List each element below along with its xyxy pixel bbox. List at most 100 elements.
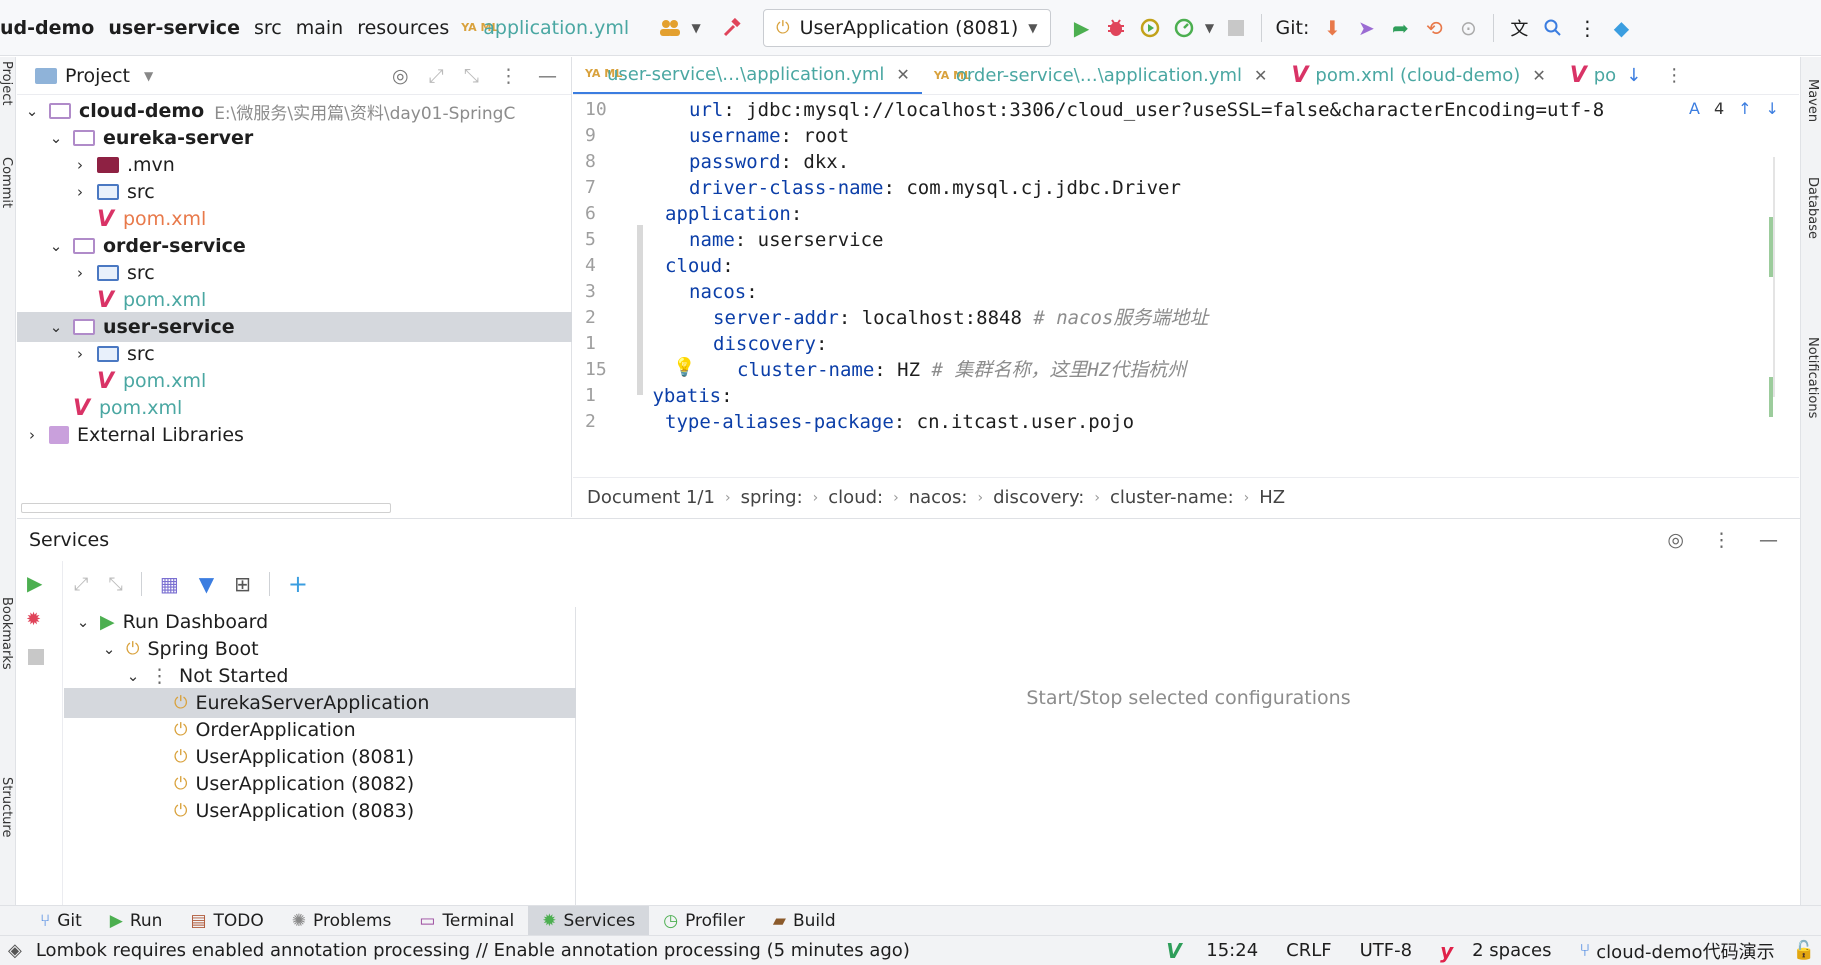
chevron-right-icon[interactable]: › — [71, 156, 89, 174]
translate-icon[interactable]: 文 — [1502, 11, 1536, 45]
cursor-position[interactable]: 15:24 — [1206, 940, 1258, 961]
collapse-all-icon[interactable]: ⤡ — [108, 574, 122, 595]
code-area[interactable]: url: jdbc:mysql://localhost:3306/cloud_u… — [653, 95, 1733, 477]
tree-node-cloud-demo[interactable]: ⌄ cloud-demo E:\微服务\实用篇\资料\day01-SpringC — [17, 96, 572, 126]
history-icon[interactable]: ⟲ — [1417, 11, 1451, 45]
chevron-right-icon[interactable]: › — [23, 426, 41, 444]
chevron-right-icon[interactable]: › — [71, 183, 89, 201]
breadcrumb-main[interactable]: main — [296, 17, 343, 39]
tool-tab-problems[interactable]: ✺ Problems — [278, 906, 406, 936]
collapse-all-icon[interactable]: ⤡ — [464, 65, 479, 87]
tree-node-pom-xml[interactable]: V pom.xml — [17, 285, 572, 315]
close-icon[interactable]: ✕ — [1254, 66, 1267, 85]
chevron-down-icon[interactable]: ▼ — [144, 69, 153, 83]
tool-tab-profiler[interactable]: ◷ Profiler — [649, 906, 759, 936]
services-title[interactable]: Services — [29, 529, 109, 551]
tool-tab-terminal[interactable]: ▭ Terminal — [405, 906, 528, 936]
tool-tab-services[interactable]: ✹ Services — [528, 905, 650, 936]
git-commit-icon[interactable]: ➤ — [1349, 11, 1383, 45]
file-encoding[interactable]: UTF-8 — [1360, 940, 1412, 961]
users-icon[interactable] — [653, 11, 687, 45]
chevron-down-icon[interactable]: ⌄ — [23, 102, 41, 120]
bookmarks-tool-tab[interactable]: Bookmarks — [0, 597, 14, 670]
vue-plugin-icon[interactable]: V — [1166, 939, 1182, 963]
settings-target-icon[interactable]: ◎ — [1667, 529, 1684, 551]
database-tool-tab[interactable]: Database — [1805, 177, 1820, 239]
tree-node-pom-xml[interactable]: V pom.xml — [17, 366, 572, 396]
breadcrumb-resources[interactable]: resources — [357, 17, 449, 39]
tool-tab-build[interactable]: ▰ Build — [759, 906, 850, 936]
breadcrumb-project[interactable]: ud-demo — [0, 17, 94, 39]
chevron-down-icon[interactable]: ⌄ — [74, 613, 92, 631]
tree-node-pom-xml[interactable]: V pom.xml — [17, 393, 572, 423]
commit-tool-tab[interactable]: Commit — [0, 157, 14, 208]
search-icon[interactable] — [1536, 11, 1570, 45]
breadcrumb-document[interactable]: Document 1/1 — [587, 487, 715, 508]
editor-tab-pom-xml[interactable]: V pom.xml (cloud-demo) ✕ — [1279, 57, 1557, 94]
profile-icon[interactable] — [1167, 11, 1201, 45]
tree-node-src[interactable]: › src — [17, 177, 572, 207]
close-icon[interactable]: ✕ — [1532, 66, 1545, 85]
more-options-icon[interactable]: ⋮ — [1712, 529, 1731, 551]
add-service-icon[interactable]: + — [288, 570, 308, 598]
structure-tool-tab[interactable]: Structure — [0, 777, 14, 837]
lock-icon[interactable]: 🔓 — [1793, 940, 1815, 961]
stop-icon[interactable] — [1219, 11, 1253, 45]
run-icon[interactable]: ▶ — [27, 571, 42, 595]
editor-tab-order-service-application-yml[interactable]: YA ML order-service\…\application.yml ✕ — [922, 57, 1280, 94]
run-icon[interactable]: ▶ — [1065, 11, 1099, 45]
breadcrumb-module[interactable]: user-service — [108, 17, 240, 39]
chevron-right-icon[interactable]: › — [71, 345, 89, 363]
services-node-eureka-server-application[interactable]: ⏻ EurekaServerApplication — [64, 688, 576, 718]
line-separator[interactable]: CRLF — [1286, 940, 1331, 961]
debug-icon[interactable]: ✹ — [26, 609, 41, 630]
services-node-order-application[interactable]: ⏻ OrderApplication — [64, 715, 576, 745]
inspection-widget[interactable]: A 4 ↑ ↓ — [1685, 97, 1783, 120]
tree-node-src[interactable]: › src — [17, 339, 572, 369]
breadcrumb-item[interactable]: nacos: — [909, 487, 968, 508]
debug-icon[interactable] — [1099, 11, 1133, 45]
arrow-down-icon[interactable]: ↓ — [1626, 65, 1641, 86]
expand-all-icon[interactable]: ⤢ — [74, 574, 88, 595]
rollback-icon[interactable]: ⊙ — [1451, 11, 1485, 45]
services-node-user-application-8083[interactable]: ⏻ UserApplication (8083) — [64, 796, 576, 826]
indent-setting[interactable]: 2 spaces — [1472, 940, 1551, 961]
services-node-spring-boot[interactable]: ⌄ ⏻ Spring Boot — [64, 634, 576, 664]
more-options-icon[interactable]: ⋮ — [499, 65, 518, 87]
tree-node-pom-xml[interactable]: V pom.xml — [17, 204, 572, 234]
breadcrumb-item[interactable]: discovery: — [993, 487, 1084, 508]
git-branch[interactable]: cloud-demo代码演示 — [1596, 938, 1774, 964]
run-with-coverage-icon[interactable] — [1133, 11, 1167, 45]
yaml-plugin-icon[interactable]: y — [1440, 939, 1456, 963]
horizontal-scrollbar[interactable] — [21, 503, 391, 513]
filter-icon[interactable]: ▼ — [199, 572, 214, 596]
stop-icon[interactable] — [28, 649, 44, 665]
more-options-icon[interactable]: ⋮ — [1570, 11, 1604, 45]
maven-tool-tab[interactable]: Maven — [1805, 79, 1820, 122]
notifications-tool-tab[interactable]: Notifications — [1805, 337, 1820, 418]
group-by-icon[interactable]: ▦ — [160, 572, 179, 596]
tree-node-order-service[interactable]: ⌄ order-service — [17, 231, 572, 261]
tree-node-external-libraries[interactable]: › External Libraries — [17, 420, 572, 450]
status-message[interactable]: Lombok requires enabled annotation proce… — [36, 940, 910, 961]
run-configuration-selector[interactable]: ⏻ UserApplication (8081) ▼ — [763, 8, 1051, 47]
chevron-down-icon[interactable]: ⌄ — [47, 237, 65, 255]
breadcrumb-item[interactable]: HZ — [1259, 487, 1285, 508]
arrow-down-icon[interactable]: ↓ — [1766, 99, 1779, 118]
breadcrumb-item[interactable]: cloud: — [828, 487, 883, 508]
chevron-down-icon[interactable]: ▼ — [687, 11, 705, 45]
project-panel-title[interactable]: Project — [65, 65, 130, 87]
editor-tab-more[interactable]: V po — [1558, 57, 1620, 94]
layers-icon[interactable]: ◈ — [8, 940, 22, 961]
editor-tab-user-service-application-yml[interactable]: YA ML user-service\…\application.yml ✕ — [573, 57, 922, 94]
tool-tab-run[interactable]: ▶ Run — [96, 906, 177, 936]
breadcrumb-src[interactable]: src — [254, 17, 282, 39]
chevron-down-icon[interactable]: ▼ — [1201, 11, 1219, 45]
services-node-run-dashboard[interactable]: ⌄ ▶ Run Dashboard — [64, 607, 576, 637]
locate-file-icon[interactable]: ◎ — [392, 65, 409, 87]
git-push-icon[interactable]: ➦ — [1383, 11, 1417, 45]
tree-node-mvn[interactable]: › .mvn — [17, 150, 572, 180]
tool-tab-git[interactable]: ⑂ Git — [26, 906, 96, 936]
new-tab-icon[interactable]: ⊞ — [234, 572, 251, 596]
build-hammer-icon[interactable] — [715, 11, 749, 45]
